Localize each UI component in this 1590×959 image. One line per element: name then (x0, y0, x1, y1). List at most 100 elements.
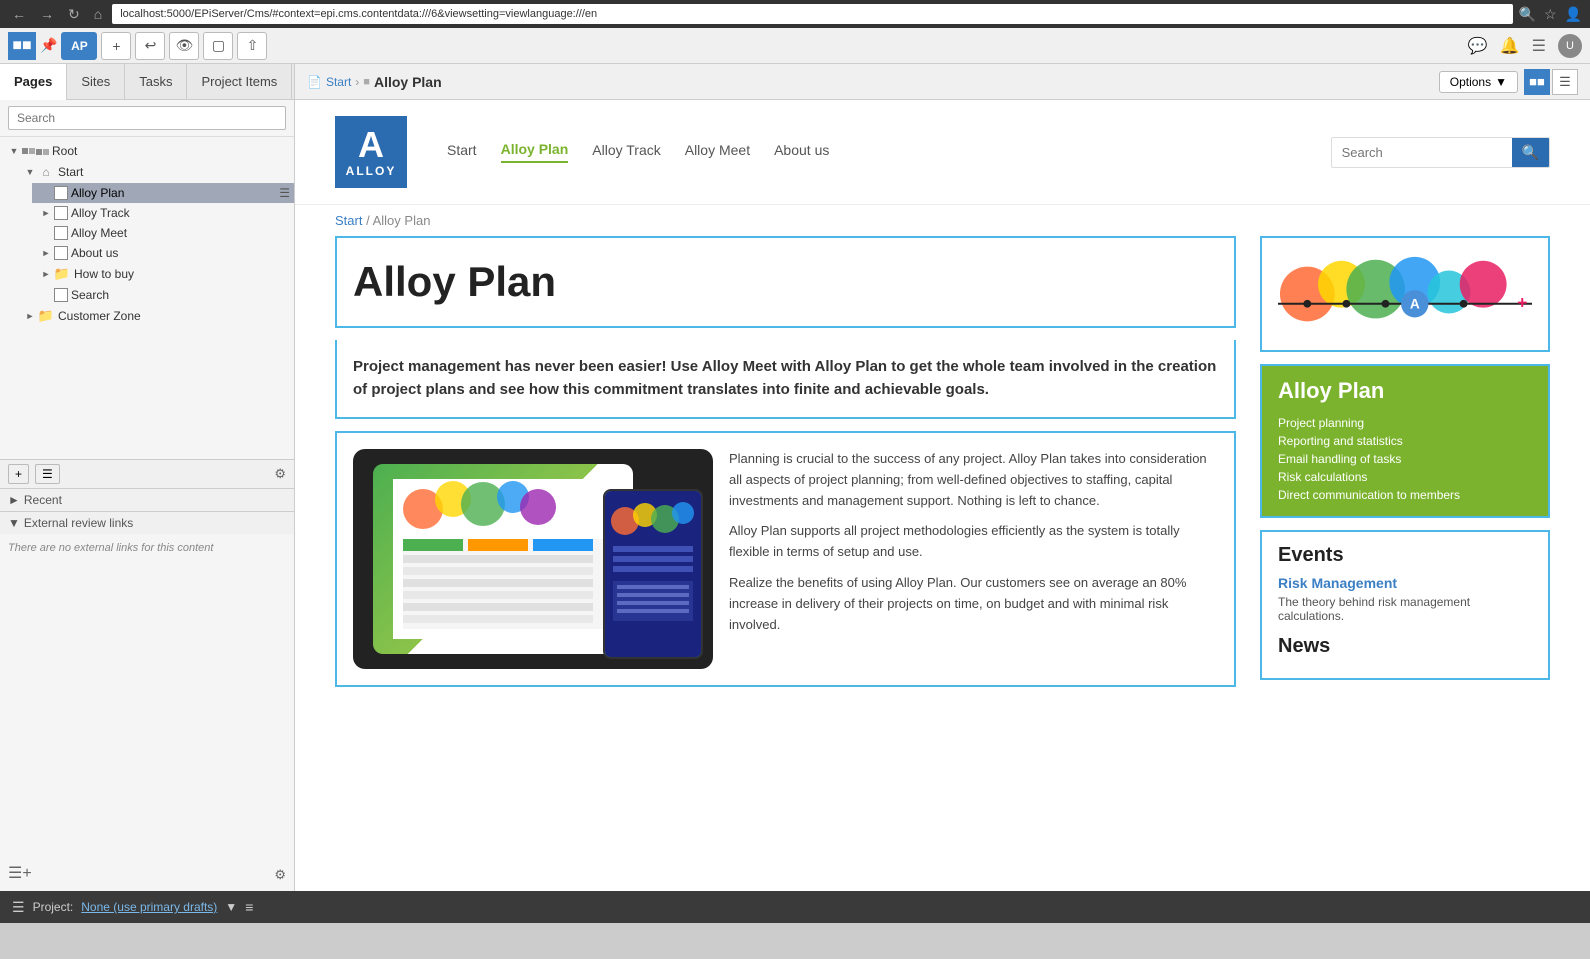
svg-text:A: A (1410, 297, 1420, 312)
fullscreen-btn[interactable]: ⇧ (237, 32, 267, 60)
tree-label-search: Search (71, 288, 109, 302)
sidebar-gear-btn[interactable]: ⚙ (274, 466, 286, 482)
alloy-search-button[interactable]: 🔍 (1512, 138, 1549, 167)
list-view-btn[interactable]: ☰ (1552, 69, 1578, 95)
feature-2[interactable]: Reporting and statistics (1278, 432, 1532, 450)
address-bar[interactable]: localhost:5000/EPiServer/Cms/#context=ep… (112, 4, 1512, 24)
external-links-section[interactable]: ▼ External review links (0, 511, 294, 534)
project-dropdown-arrow[interactable]: ▼ (225, 900, 237, 914)
user-avatar[interactable]: U (1558, 34, 1582, 58)
feature-1[interactable]: Project planning (1278, 414, 1532, 432)
feature-4[interactable]: Risk calculations (1278, 468, 1532, 486)
options-button[interactable]: Options ▼ (1439, 71, 1518, 93)
browser-chrome: ← → ↻ ⌂ localhost:5000/EPiServer/Cms/#co… (0, 0, 1590, 28)
chat-icon[interactable]: 💬 (1468, 36, 1488, 56)
intro-block: Project management has never been easier… (335, 340, 1236, 419)
circles-visual: A + (1278, 254, 1532, 334)
alloy-search-input[interactable] (1332, 140, 1512, 165)
alloy-breadcrumb-start[interactable]: Start (335, 213, 362, 228)
logo-text: ALLOY (346, 164, 397, 178)
grid-view-btn[interactable]: ■■ (1524, 69, 1550, 95)
content-image (353, 449, 713, 669)
add-item-btn[interactable]: + (8, 464, 29, 484)
phone-screen (605, 491, 701, 657)
cms-toolbar-right: 💬 🔔 ☰ U (1468, 34, 1582, 58)
tree-label-start: Start (58, 165, 83, 179)
compare-btn[interactable]: ▢ (203, 32, 233, 60)
status-bar-icon: ☰ (12, 899, 25, 916)
page-title-block: Alloy Plan (335, 236, 1236, 328)
tree-item-alloy-meet[interactable]: Alloy Meet (32, 223, 294, 243)
tree-label-how-to-buy: How to buy (74, 267, 134, 281)
tree-label-alloy-track: Alloy Track (71, 206, 130, 220)
nav-alloy-meet[interactable]: Alloy Meet (685, 142, 750, 162)
sidebar-actions: + ☰ ⚙ (0, 459, 294, 488)
page-icon-alloy-plan (54, 186, 68, 200)
status-bar-menu[interactable]: ≡ (245, 899, 253, 915)
forward-btn[interactable]: → (36, 4, 58, 24)
tree-item-customer-zone[interactable]: ► 📁 Customer Zone (16, 305, 294, 327)
tree-item-alloy-plan[interactable]: Alloy Plan ☰ (32, 183, 294, 203)
page-title-header: ■ Alloy Plan (363, 74, 441, 90)
content-area: 📄 Start › ■ Alloy Plan Options ▼ ■■ ☰ (295, 64, 1590, 891)
sidebar-search-input[interactable] (8, 106, 286, 130)
green-features: Alloy Plan Project planning Reporting an… (1262, 366, 1548, 516)
device-mockup (353, 449, 713, 669)
status-bar: ☰ Project: None (use primary drafts) ▼ ≡ (0, 891, 1590, 923)
tree-item-alloy-track[interactable]: ► Alloy Track (32, 203, 294, 223)
refresh-btn[interactable]: ↻ (64, 4, 84, 25)
tab-sites[interactable]: Sites (67, 64, 125, 100)
bottom-gear-btn[interactable]: ⚙ (274, 867, 286, 883)
back-btn[interactable]: ← (8, 4, 30, 24)
tree-item-search[interactable]: Search (32, 285, 294, 305)
about-us-toggle: ► (40, 247, 52, 259)
event-text: The theory behind risk management calcul… (1278, 595, 1532, 623)
alloy-plan-tab[interactable]: AP (61, 32, 97, 60)
cms-page-content: A ALLOY Start Alloy Plan Alloy Track All… (295, 100, 1590, 891)
nav-about-us[interactable]: About us (774, 142, 829, 162)
add-more-btn[interactable]: ☰+ (8, 863, 32, 883)
nav-alloy-plan[interactable]: Alloy Plan (501, 141, 569, 163)
event-title[interactable]: Risk Management (1278, 575, 1532, 591)
recent-section[interactable]: ► Recent (0, 488, 294, 511)
tree-item-about-us[interactable]: ► About us (32, 243, 294, 263)
options-label: Options (1450, 75, 1491, 89)
tree-item-start[interactable]: ▼ ⌂ Start (16, 161, 294, 183)
add-content-btn[interactable]: + (101, 32, 131, 60)
circles-block: A + (1260, 236, 1550, 352)
sidebar: Pages Sites Tasks Project Items ▼ Root ▼ (0, 64, 295, 891)
start-toggle: ▼ (24, 166, 36, 178)
bell-icon[interactable]: 🔔 (1500, 36, 1520, 56)
body-text-1: Planning is crucial to the success of an… (729, 449, 1218, 511)
tab-project-items[interactable]: Project Items (187, 64, 292, 100)
feature-3[interactable]: Email handling of tasks (1278, 450, 1532, 468)
list-btn[interactable]: ☰ (35, 464, 60, 484)
cms-toolbar-left: ■■ 📌 AP + ↩ 👁 ▢ ⇧ (8, 32, 1468, 60)
phone-mockup (603, 489, 703, 659)
preview-btn[interactable]: 👁 (169, 32, 199, 60)
undo-btn[interactable]: ↩ (135, 32, 165, 60)
main-layout: Pages Sites Tasks Project Items ▼ Root ▼ (0, 64, 1590, 891)
features-block: Alloy Plan Project planning Reporting an… (1260, 364, 1550, 518)
home-btn[interactable]: ⌂ (90, 4, 106, 24)
root-icon (22, 148, 49, 155)
menu-icon[interactable]: ☰ (1532, 36, 1546, 56)
page-title-text: Alloy Plan (374, 74, 442, 90)
alloy-plan-menu[interactable]: ☰ (279, 186, 290, 200)
tree-item-how-to-buy[interactable]: ► 📁 How to buy (32, 263, 294, 285)
tree-item-root[interactable]: ▼ Root (0, 141, 294, 161)
breadcrumb-start[interactable]: Start (326, 75, 351, 89)
feature-5[interactable]: Direct communication to members (1278, 486, 1532, 504)
alloy-nav: Start Alloy Plan Alloy Track Alloy Meet … (447, 141, 1291, 163)
events-block: Events Risk Management The theory behind… (1260, 530, 1550, 680)
page-icon-search (54, 288, 68, 302)
pin-button[interactable]: 📌 (40, 37, 57, 54)
nav-start[interactable]: Start (447, 142, 477, 162)
nav-alloy-track[interactable]: Alloy Track (592, 142, 660, 162)
options-chevron: ▼ (1495, 75, 1507, 89)
tab-tasks[interactable]: Tasks (125, 64, 187, 100)
events-title: Events (1278, 544, 1532, 567)
project-link[interactable]: None (use primary drafts) (81, 900, 217, 914)
alloy-breadcrumb: Start / Alloy Plan (295, 205, 1590, 236)
tab-pages[interactable]: Pages (0, 64, 67, 100)
